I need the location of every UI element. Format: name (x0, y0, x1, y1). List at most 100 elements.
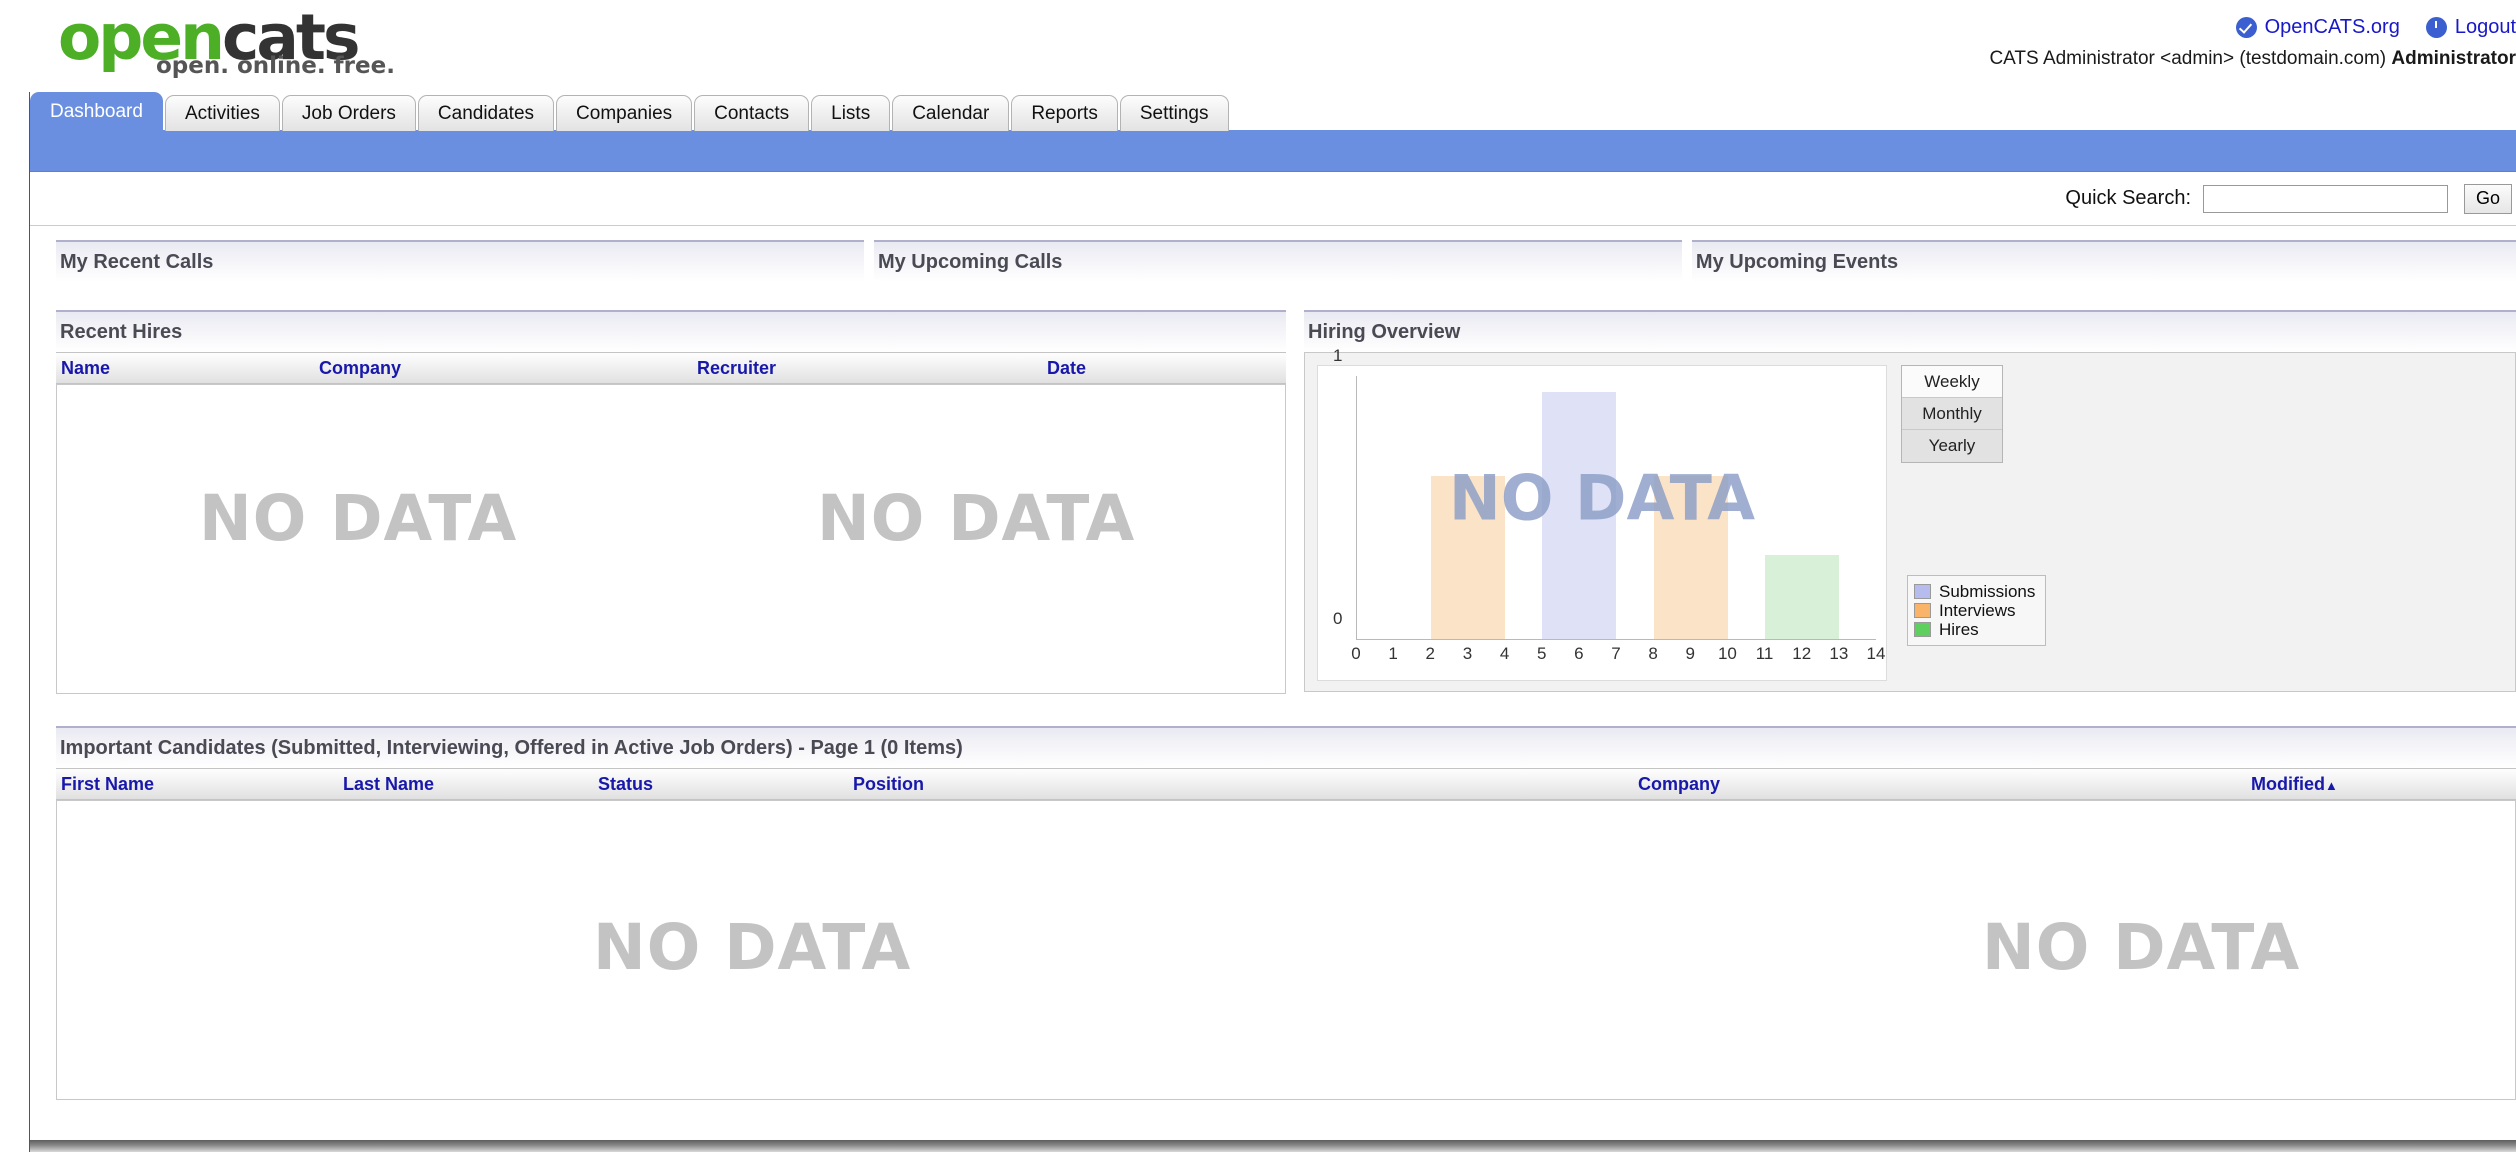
tab-lists[interactable]: Lists (811, 95, 891, 131)
tab-job-orders[interactable]: Job Orders (281, 95, 416, 131)
hiring-overview-chart: 0 1 0 1 2 3 4 5 6 7 8 9 10 11 12 13 14 NO DATA Weekly … (1304, 346, 2516, 692)
tab-settings-label: Settings (1139, 102, 1209, 124)
x-tick-7: 7 (1611, 644, 1621, 663)
page-left-rail (29, 92, 30, 1152)
current-user-info: CATS Administrator <admin> (testdomain.c… (1989, 48, 2516, 70)
x-tick-6: 6 (1574, 644, 1584, 663)
recent-hires-header: Recent Hires (56, 310, 1286, 352)
tab-reports[interactable]: Reports (1011, 95, 1118, 131)
tab-candidates-label: Candidates (437, 102, 535, 124)
col-modified-label: Modified (2251, 773, 2325, 794)
recent-hires-table-header: Name Company Recruiter Date (56, 352, 1286, 384)
chart-bar-4 (1764, 554, 1839, 639)
chart-plot-container: 0 1 0 1 2 3 4 5 6 7 8 9 10 11 12 13 14 NO DATA (1317, 346, 1887, 681)
recent-hires-empty-right: NO DATA (817, 482, 1136, 555)
header-links: OpenCATS.org Logout (2235, 16, 2516, 39)
quick-search-label: Quick Search: (2065, 187, 2191, 209)
important-candidates-empty-right: NO DATA (1982, 911, 2301, 984)
legend-item-interviews: Interviews (1914, 601, 2035, 620)
my-upcoming-events-panel: My Upcoming Events (1691, 240, 2516, 282)
nav-accent-bar (30, 130, 2516, 172)
main-navigation-tabs: Dashboard Activities Job Orders Candidat… (0, 92, 2516, 131)
logout-link[interactable]: Logout (2425, 16, 2516, 39)
x-tick-11: 11 (1755, 644, 1774, 663)
col-hires-name[interactable]: Name (56, 358, 314, 379)
legend-label-submissions: Submissions (1939, 581, 2036, 601)
tab-companies[interactable]: Companies (556, 95, 693, 131)
my-upcoming-calls-header: My Upcoming Calls (873, 240, 1682, 282)
col-first-name[interactable]: First Name (56, 774, 338, 795)
col-last-name[interactable]: Last Name (338, 774, 593, 795)
tab-activities[interactable]: Activities (164, 95, 280, 131)
x-tick-9: 9 (1685, 644, 1696, 663)
my-upcoming-calls-panel: My Upcoming Calls (873, 240, 1682, 282)
my-upcoming-events-header: My Upcoming Events (1691, 240, 2516, 282)
legend-label-hires: Hires (1939, 619, 1979, 639)
y-tick-1: 1 (1333, 346, 1343, 365)
important-candidates-empty-left: NO DATA (593, 911, 912, 984)
col-hires-company[interactable]: Company (314, 358, 692, 379)
quick-search-row: Quick Search: Go (30, 172, 2516, 226)
legend-label-interviews: Interviews (1939, 600, 2016, 620)
quick-search-input[interactable] (2203, 184, 2448, 213)
tab-dashboard[interactable]: Dashboard (30, 92, 163, 130)
hiring-overview-title: Hiring Overview (1308, 320, 1461, 343)
x-tick-10: 10 (1717, 644, 1737, 663)
y-tick-0: 0 (1333, 609, 1343, 628)
x-tick-12: 12 (1792, 644, 1812, 663)
page-bottom-bar (30, 1140, 2516, 1152)
tab-dashboard-label: Dashboard (50, 100, 143, 122)
col-company[interactable]: Company (1633, 774, 2246, 795)
recent-hires-table-body: NO DATA NO DATA (56, 384, 1286, 694)
hiring-overview-panel: Hiring Overview 0 1 0 1 2 3 4 5 6 7 8 9 10 11 12 13 14… (1304, 310, 2516, 694)
recent-hires-panel: Recent Hires Name Company Recruiter Date… (56, 310, 1286, 694)
opencats-logo[interactable]: opencats open. online. free. (58, 6, 395, 78)
chart-x-axis: 0 1 2 3 4 5 6 7 8 9 10 11 12 13 14 (1351, 644, 1885, 666)
chart-empty-overlay: NO DATA (1448, 461, 1756, 535)
hires-and-chart-row: Recent Hires Name Company Recruiter Date… (56, 310, 2516, 694)
legend-item-hires: Hires (1914, 620, 2035, 639)
col-modified[interactable]: Modified▲ (2246, 774, 2516, 795)
col-hires-recruiter[interactable]: Recruiter (692, 358, 1042, 379)
tab-job-orders-label: Job Orders (301, 102, 396, 124)
tab-lists-label: Lists (831, 102, 871, 124)
opencats-org-link[interactable]: OpenCATS.org (2235, 16, 2400, 39)
col-position[interactable]: Position (848, 774, 1633, 795)
tab-contacts[interactable]: Contacts (694, 95, 810, 131)
important-candidates-table-body: NO DATA NO DATA (56, 800, 2516, 1100)
my-recent-calls-header: My Recent Calls (56, 240, 864, 282)
x-tick-5: 5 (1536, 644, 1547, 663)
recent-hires-title: Recent Hires (60, 320, 183, 343)
tab-settings[interactable]: Settings (1119, 95, 1229, 131)
chart-range-monthly[interactable]: Monthly (1902, 398, 2002, 430)
quick-search-go-button[interactable]: Go (2464, 183, 2512, 214)
tab-companies-label: Companies (576, 102, 673, 124)
check-circle-icon (2235, 17, 2257, 38)
tab-reports-label: Reports (1031, 102, 1098, 124)
logo-tagline: open. online. free. (156, 53, 395, 79)
important-candidates-table-header: First Name Last Name Status Position Com… (56, 768, 2516, 800)
chart-range-yearly[interactable]: Yearly (1902, 430, 2002, 462)
power-circle-icon (2425, 17, 2447, 38)
tab-candidates[interactable]: Candidates (417, 95, 555, 131)
sort-ascending-icon: ▲ (2325, 777, 2338, 793)
chart-range-weekly[interactable]: Weekly (1902, 366, 2002, 398)
col-status[interactable]: Status (593, 774, 848, 795)
tab-calendar-label: Calendar (912, 102, 990, 124)
my-upcoming-calls-title: My Upcoming Calls (877, 250, 1063, 273)
recent-hires-empty-left: NO DATA (199, 482, 518, 555)
logout-label: Logout (2454, 16, 2516, 38)
x-tick-1: 1 (1388, 644, 1398, 663)
x-tick-2: 2 (1425, 644, 1436, 663)
my-upcoming-events-title: My Upcoming Events (1695, 250, 1899, 273)
tab-activities-label: Activities (184, 102, 260, 124)
important-candidates-header: Important Candidates (Submitted, Intervi… (56, 726, 2516, 768)
page-header: opencats open. online. free. OpenCATS.or… (0, 0, 2516, 92)
x-tick-0: 0 (1351, 644, 1361, 663)
important-candidates-panel: Important Candidates (Submitted, Intervi… (56, 726, 2516, 1100)
tab-calendar[interactable]: Calendar (892, 95, 1010, 131)
col-hires-date[interactable]: Date (1042, 358, 1286, 379)
my-recent-calls-title: My Recent Calls (60, 250, 214, 273)
chart-range-buttons: Weekly Monthly Yearly (1901, 365, 2003, 463)
my-recent-calls-panel: My Recent Calls (56, 240, 864, 282)
